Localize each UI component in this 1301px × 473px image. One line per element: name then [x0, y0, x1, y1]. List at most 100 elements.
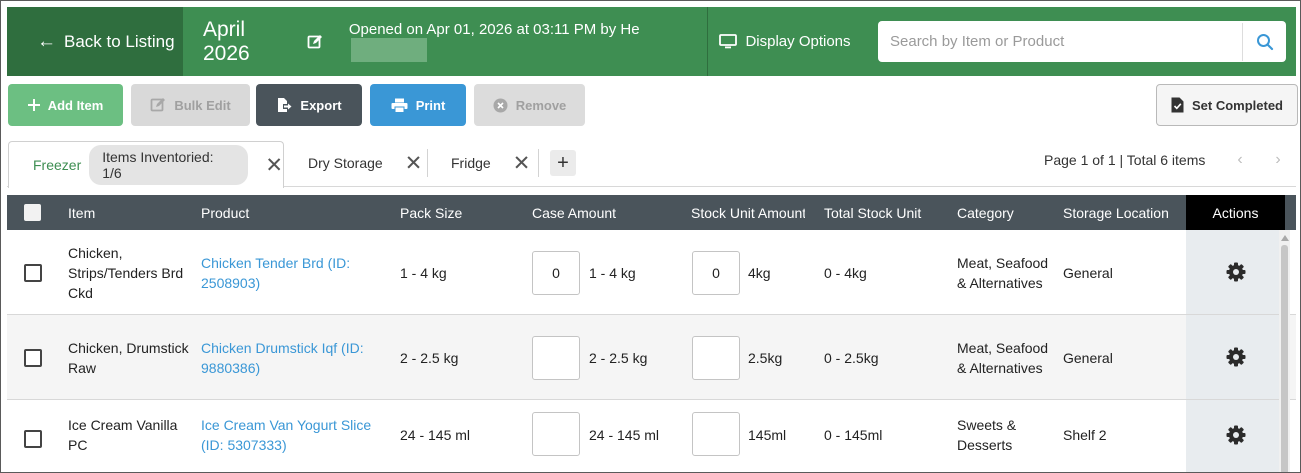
export-button[interactable]: Export: [256, 84, 362, 126]
product-link[interactable]: Chicken Tender Brd (ID: 2508903): [201, 230, 381, 315]
case-amount-input[interactable]: [532, 412, 580, 456]
document-check-icon: [1171, 97, 1184, 113]
stock-unit: 145ml: [748, 427, 787, 443]
edit-icon[interactable]: [307, 34, 323, 50]
scrollbar-thumb[interactable]: [1281, 245, 1288, 472]
opened-info: Opened on Apr 01, 2026 at 03:11 PM by He: [349, 21, 707, 62]
category: Meat, Seafood & Alternatives: [957, 254, 1049, 291]
col-actions: Actions: [1186, 195, 1285, 230]
tab-fridge[interactable]: Fridge ✕: [451, 149, 530, 177]
row-checkbox[interactable]: [24, 430, 42, 448]
tab-freezer[interactable]: Freezer Items Inventoried: 1/6 ✕: [8, 141, 284, 188]
col-pack-size[interactable]: Pack Size: [400, 195, 510, 230]
row-actions: [1186, 400, 1285, 472]
display-options-button[interactable]: Display Options: [707, 7, 862, 76]
col-storage-location[interactable]: Storage Location: [1063, 195, 1186, 230]
search-button[interactable]: [1242, 22, 1286, 61]
scroll-up-arrow-icon[interactable]: [1281, 235, 1289, 241]
set-completed-button[interactable]: Set Completed: [1156, 84, 1298, 126]
display-options-label: Display Options: [745, 33, 851, 50]
pack-size: 1 - 4 kg: [400, 264, 447, 281]
col-case-amount[interactable]: Case Amount: [532, 195, 672, 230]
next-page-icon[interactable]: ›: [1267, 149, 1289, 171]
items-inventoried-badge: Items Inventoried: 1/6: [89, 145, 249, 185]
opened-text: Opened on Apr 01, 2026 at 03:11 PM by He: [348, 21, 640, 38]
tab-dry-storage[interactable]: Dry Storage ✕: [308, 149, 422, 177]
case-unit: 1 - 4 kg: [589, 264, 636, 281]
storage-location: Shelf 2: [1063, 427, 1107, 443]
stock-unit: 2.5kg: [748, 349, 783, 366]
row-actions: [1186, 315, 1285, 399]
col-item[interactable]: Item: [68, 195, 188, 230]
export-label: Export: [300, 97, 342, 113]
previous-page-icon[interactable]: ‹: [1229, 149, 1251, 171]
close-icon[interactable]: ✕: [513, 153, 531, 174]
remove-button[interactable]: Remove: [474, 84, 585, 126]
tab-freezer-label: Freezer: [33, 157, 82, 173]
search-input[interactable]: [878, 22, 1242, 61]
case-amount-input[interactable]: [532, 336, 580, 380]
pagination-info: Page 1 of 1 | Total 6 items: [1044, 152, 1206, 168]
row-checkbox[interactable]: [24, 264, 42, 282]
item-name: Chicken, Drumstick Raw: [68, 339, 189, 376]
col-stock-unit-amount[interactable]: Stock Unit Amount: [691, 195, 805, 230]
search-box: [878, 21, 1286, 62]
search-icon: [1256, 33, 1273, 50]
inventory-window: ← Back to Listing April 2026 Opened on A…: [0, 0, 1301, 473]
stock-amount-input[interactable]: [692, 336, 740, 380]
action-toolbar: Add Item Bulk Edit Export Print Remove S…: [7, 84, 1298, 126]
row-checkbox[interactable]: [24, 349, 42, 367]
tab-fridge-label: Fridge: [451, 155, 491, 171]
case-amount-input[interactable]: [532, 251, 580, 295]
export-icon: [278, 98, 292, 112]
col-category[interactable]: Category: [957, 195, 1057, 230]
gear-icon[interactable]: [1226, 347, 1246, 367]
table-row: Chicken, Drumstick Raw Chicken Drumstick…: [7, 315, 1296, 400]
close-icon[interactable]: ✕: [405, 153, 423, 174]
gear-icon[interactable]: [1226, 262, 1246, 282]
tab-divider: [538, 149, 539, 177]
select-all-checkbox[interactable]: [24, 204, 41, 221]
case-unit: 2 - 2.5 kg: [589, 349, 648, 366]
arrow-left-icon: ←: [37, 31, 56, 52]
item-name: Ice Cream Vanilla PC: [68, 417, 178, 453]
add-item-button[interactable]: Add Item: [8, 84, 123, 126]
case-unit: 24 - 145 ml: [589, 427, 660, 443]
row-actions: [1186, 230, 1285, 314]
product-link[interactable]: Chicken Drumstick Iqf (ID: 9880386): [201, 315, 381, 400]
col-total-stock-unit[interactable]: Total Stock Unit: [824, 195, 944, 230]
category: Sweets & Desserts: [957, 417, 1017, 453]
edit-icon: [150, 98, 166, 112]
table-header: Item Product Pack Size Case Amount Stock…: [7, 195, 1296, 230]
stock-amount-input[interactable]: [692, 412, 740, 456]
redaction-mask: [350, 38, 427, 62]
add-tab-button[interactable]: +: [550, 150, 576, 176]
print-button[interactable]: Print: [370, 84, 466, 126]
gear-icon[interactable]: [1226, 425, 1246, 445]
tab-divider: [427, 149, 428, 177]
remove-icon: [493, 98, 508, 112]
print-label: Print: [415, 97, 446, 113]
tab-dry-storage-label: Dry Storage: [308, 155, 383, 171]
product-link[interactable]: Ice Cream Van Yogurt Slice (ID: 5307333): [201, 400, 381, 470]
inventory-table: Item Product Pack Size Case Amount Stock…: [7, 195, 1296, 472]
item-name: Chicken, Strips/Tenders Brd Ckd: [68, 244, 184, 301]
top-header: ← Back to Listing April 2026 Opened on A…: [7, 7, 1296, 76]
page-title: April 2026: [203, 17, 250, 65]
stock-unit: 4kg: [748, 264, 771, 281]
plus-icon: [27, 99, 40, 111]
bulk-edit-button[interactable]: Bulk Edit: [131, 84, 250, 126]
table-row: Chicken, Strips/Tenders Brd Ckd Chicken …: [7, 230, 1296, 315]
storage-location: General: [1063, 349, 1113, 366]
table-row: Ice Cream Vanilla PC Ice Cream Van Yogur…: [7, 400, 1296, 472]
pack-size: 2 - 2.5 kg: [400, 349, 459, 366]
close-icon[interactable]: ✕: [265, 155, 283, 176]
total-stock-unit: 0 - 4kg: [824, 264, 867, 281]
printer-icon: [391, 98, 408, 113]
add-item-label: Add Item: [47, 97, 104, 113]
total-stock-unit: 0 - 145ml: [824, 427, 883, 443]
col-product[interactable]: Product: [201, 195, 381, 230]
back-to-listing-button[interactable]: ← Back to Listing: [7, 7, 183, 76]
stock-amount-input[interactable]: [692, 251, 740, 295]
storage-location: General: [1063, 264, 1113, 281]
